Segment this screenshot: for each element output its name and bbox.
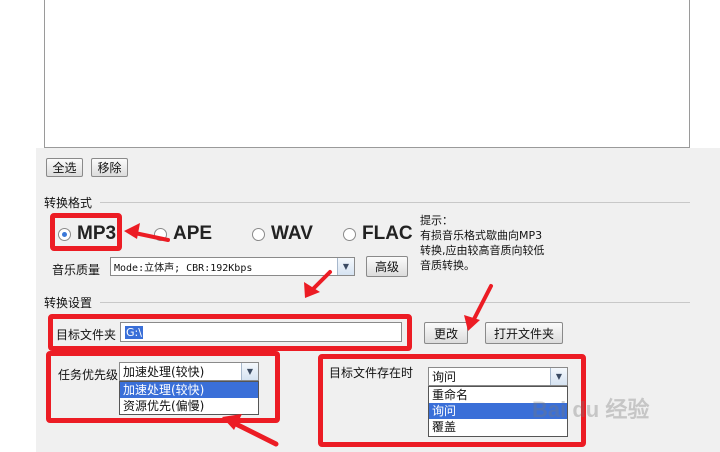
arrow-to-change (470, 284, 493, 325)
arrow-to-priority (229, 419, 279, 447)
arrow-to-change-head (464, 315, 480, 331)
annotation-arrows (124, 223, 493, 447)
arrow-to-mp3-head (124, 223, 140, 239)
baidu-watermark: Bai du 经验 (532, 397, 650, 422)
